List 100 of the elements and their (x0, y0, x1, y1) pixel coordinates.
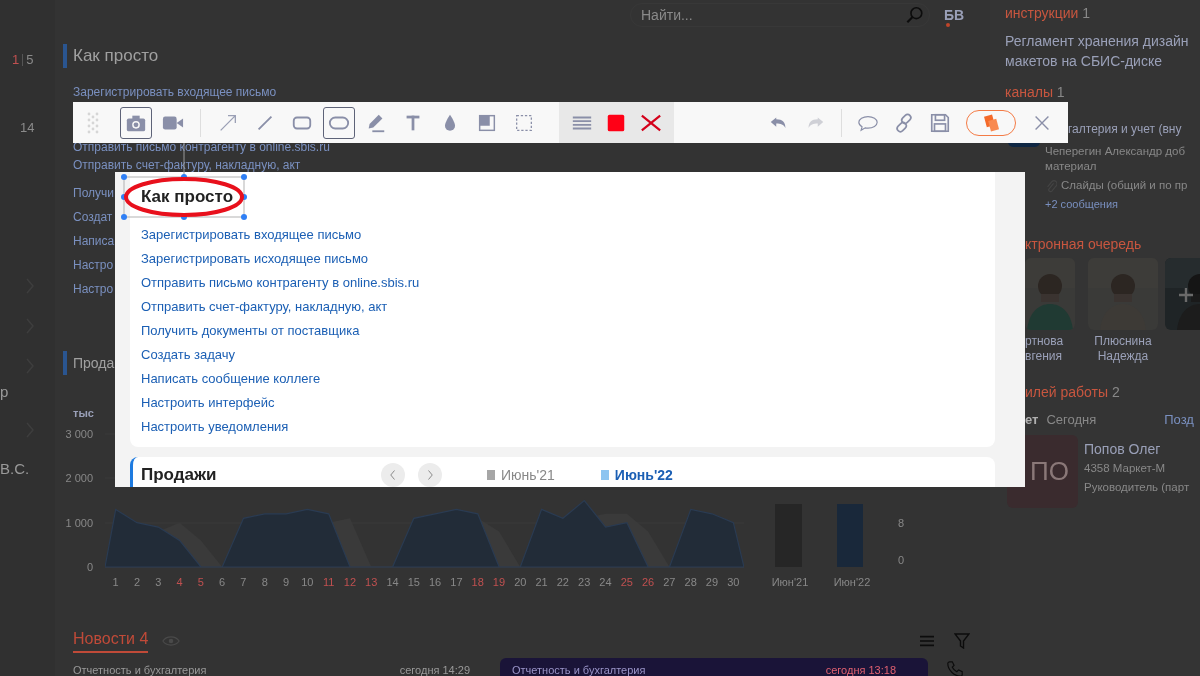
news-row[interactable]: Отчетность и бухгалтерия сегодня 14:29 (73, 658, 490, 676)
day-label: 22 (555, 575, 570, 590)
axis-tick: 2 000 (65, 471, 93, 486)
legend-item[interactable]: Июнь'21 (501, 467, 555, 483)
day-label: 8 (260, 575, 269, 590)
day-label: 3 (154, 575, 163, 590)
employee-role: Руководитель (парт (1084, 480, 1190, 495)
day-label: 11 (321, 575, 336, 590)
day-label: 27 (662, 575, 677, 590)
instruction-title[interactable]: Регламент хранения дизайн макетов на СБИС-диске (1005, 31, 1195, 71)
person-name[interactable]: Плюснина Надежда (1088, 334, 1158, 364)
plus-icon[interactable] (1179, 288, 1193, 302)
quick-link[interactable]: Зарегистрировать исходящее письмо (141, 251, 369, 267)
axis-tick: 0 (86, 560, 93, 574)
section-heading[interactable]: каналы 1 (1005, 84, 1065, 100)
news-category: Отчетность и бухгалтерия (73, 664, 207, 676)
day-label: 20 (513, 575, 528, 590)
rotation-handle-line[interactable] (183, 143, 185, 177)
day-label: 12 (342, 575, 358, 590)
day-label: 23 (577, 575, 592, 590)
quick-link[interactable]: Настроить уведомления (141, 419, 289, 435)
name-fragment: р (0, 383, 9, 401)
day-label: 18 (470, 575, 485, 590)
axis-tick: 1 000 (65, 515, 93, 530)
day-label: 28 (683, 575, 698, 590)
day-label: 24 (598, 575, 613, 590)
search-icon[interactable] (906, 6, 924, 24)
channel-name[interactable]: галтерия и учет (вну (1068, 121, 1182, 137)
quick-link[interactable]: Зарегистрировать входящее письмо (73, 86, 277, 99)
day-label: 25 (619, 575, 634, 590)
initials-fragment: В.С. (0, 460, 30, 478)
day-label: 9 (281, 575, 291, 590)
quick-link[interactable]: Отправить письмо контрагенту в online.sbis.ru (73, 141, 330, 154)
filter-tab[interactable]: Сегодня (1046, 412, 1097, 428)
more-link[interactable]: +2 сообщения (1045, 197, 1118, 212)
quick-link[interactable]: Получить документы от поставщика (141, 323, 360, 339)
day-label: 26 (640, 575, 656, 590)
quick-link[interactable]: Получи (73, 187, 114, 200)
save-icon (929, 111, 951, 134)
day-label: 19 (491, 575, 507, 590)
quick-link[interactable]: Написа (73, 235, 115, 248)
day-label: 13 (364, 575, 379, 590)
day-label: 10 (300, 575, 315, 590)
quick-link[interactable]: Настро (73, 283, 114, 296)
eye-icon[interactable] (162, 635, 181, 647)
card-title: Как просто (141, 186, 235, 208)
quick-link[interactable]: Настро (73, 259, 114, 272)
news-tab[interactable]: Новости 4 (73, 629, 149, 653)
day-label: 14 (385, 575, 400, 590)
employee-company: 4358 Маркет-М (1084, 461, 1167, 476)
news-card[interactable]: Отчетность и бухгалтерия сегодня 13:18 (500, 658, 928, 676)
search-field[interactable]: Найти... (630, 3, 930, 27)
filter-tab[interactable]: ет (1025, 412, 1039, 428)
news-time: сегодня 13:18 (825, 664, 897, 676)
quick-link[interactable]: Создать задачу (141, 347, 235, 363)
quick-link[interactable]: Отправить письмо контрагенту в online.sbis.ru (141, 275, 420, 291)
late-link[interactable]: Позд (1164, 412, 1194, 428)
ellipse-tool-button[interactable] (323, 106, 355, 139)
bar-label: Июн'22 (832, 575, 872, 590)
count-label: 14 (20, 120, 35, 135)
previous-button[interactable] (381, 463, 405, 487)
quick-link[interactable]: Настроить интерфейс (141, 395, 275, 411)
day-label: 29 (704, 575, 720, 590)
unread-count: 1 (12, 52, 20, 67)
phone-icon[interactable] (946, 660, 964, 676)
quick-link[interactable]: Создат (73, 211, 113, 224)
day-label: 17 (449, 575, 464, 590)
drag-handle-icon[interactable] (87, 111, 99, 134)
section-heading[interactable]: илей работы 2 (1025, 384, 1120, 400)
menu-icon[interactable] (920, 635, 934, 647)
axis-tick: 3 000 (65, 427, 93, 441)
quick-link[interactable]: Написать сообщение коллеге (141, 371, 321, 387)
axis-tick: 8 (898, 516, 906, 530)
chevron-right-icon (426, 469, 434, 481)
cards-icon (981, 112, 1001, 133)
news-category: Отчетность и бухгалтерия (512, 664, 646, 676)
legend-item[interactable]: Июнь'22 (614, 467, 673, 483)
quick-link[interactable]: Отправить счет-фактуру, накладную, акт (73, 159, 301, 172)
day-label: 6 (218, 575, 227, 590)
day-label: 7 (239, 575, 248, 590)
chevron-left-icon (389, 469, 397, 481)
section-heading[interactable]: ктронная очередь (1025, 236, 1142, 252)
day-label: 16 (427, 575, 443, 590)
quick-link[interactable]: Отправить счет-фактуру, накладную, акт (141, 299, 388, 315)
axis-tick: 0 (898, 553, 906, 567)
camera-tool-button[interactable] (120, 106, 152, 139)
user-initials[interactable]: БВ (944, 7, 965, 23)
card-title: Продажи (141, 464, 218, 486)
day-label: 5 (196, 575, 205, 590)
person-name[interactable]: ртнова вгения (1025, 334, 1075, 364)
section-heading[interactable]: инструкции 1 (1005, 5, 1091, 21)
filter-icon[interactable] (954, 633, 970, 649)
employee-name[interactable]: Попов Олег (1084, 440, 1190, 459)
link-icon (893, 111, 915, 134)
post-text: материал (1045, 159, 1097, 174)
next-button[interactable] (418, 463, 442, 487)
attachment-name[interactable]: Слайды (общий и по пр (1061, 177, 1188, 194)
quick-link[interactable]: Зарегистрировать входящее письмо (141, 227, 362, 243)
day-label: 15 (406, 575, 421, 590)
day-label: 21 (534, 575, 549, 590)
